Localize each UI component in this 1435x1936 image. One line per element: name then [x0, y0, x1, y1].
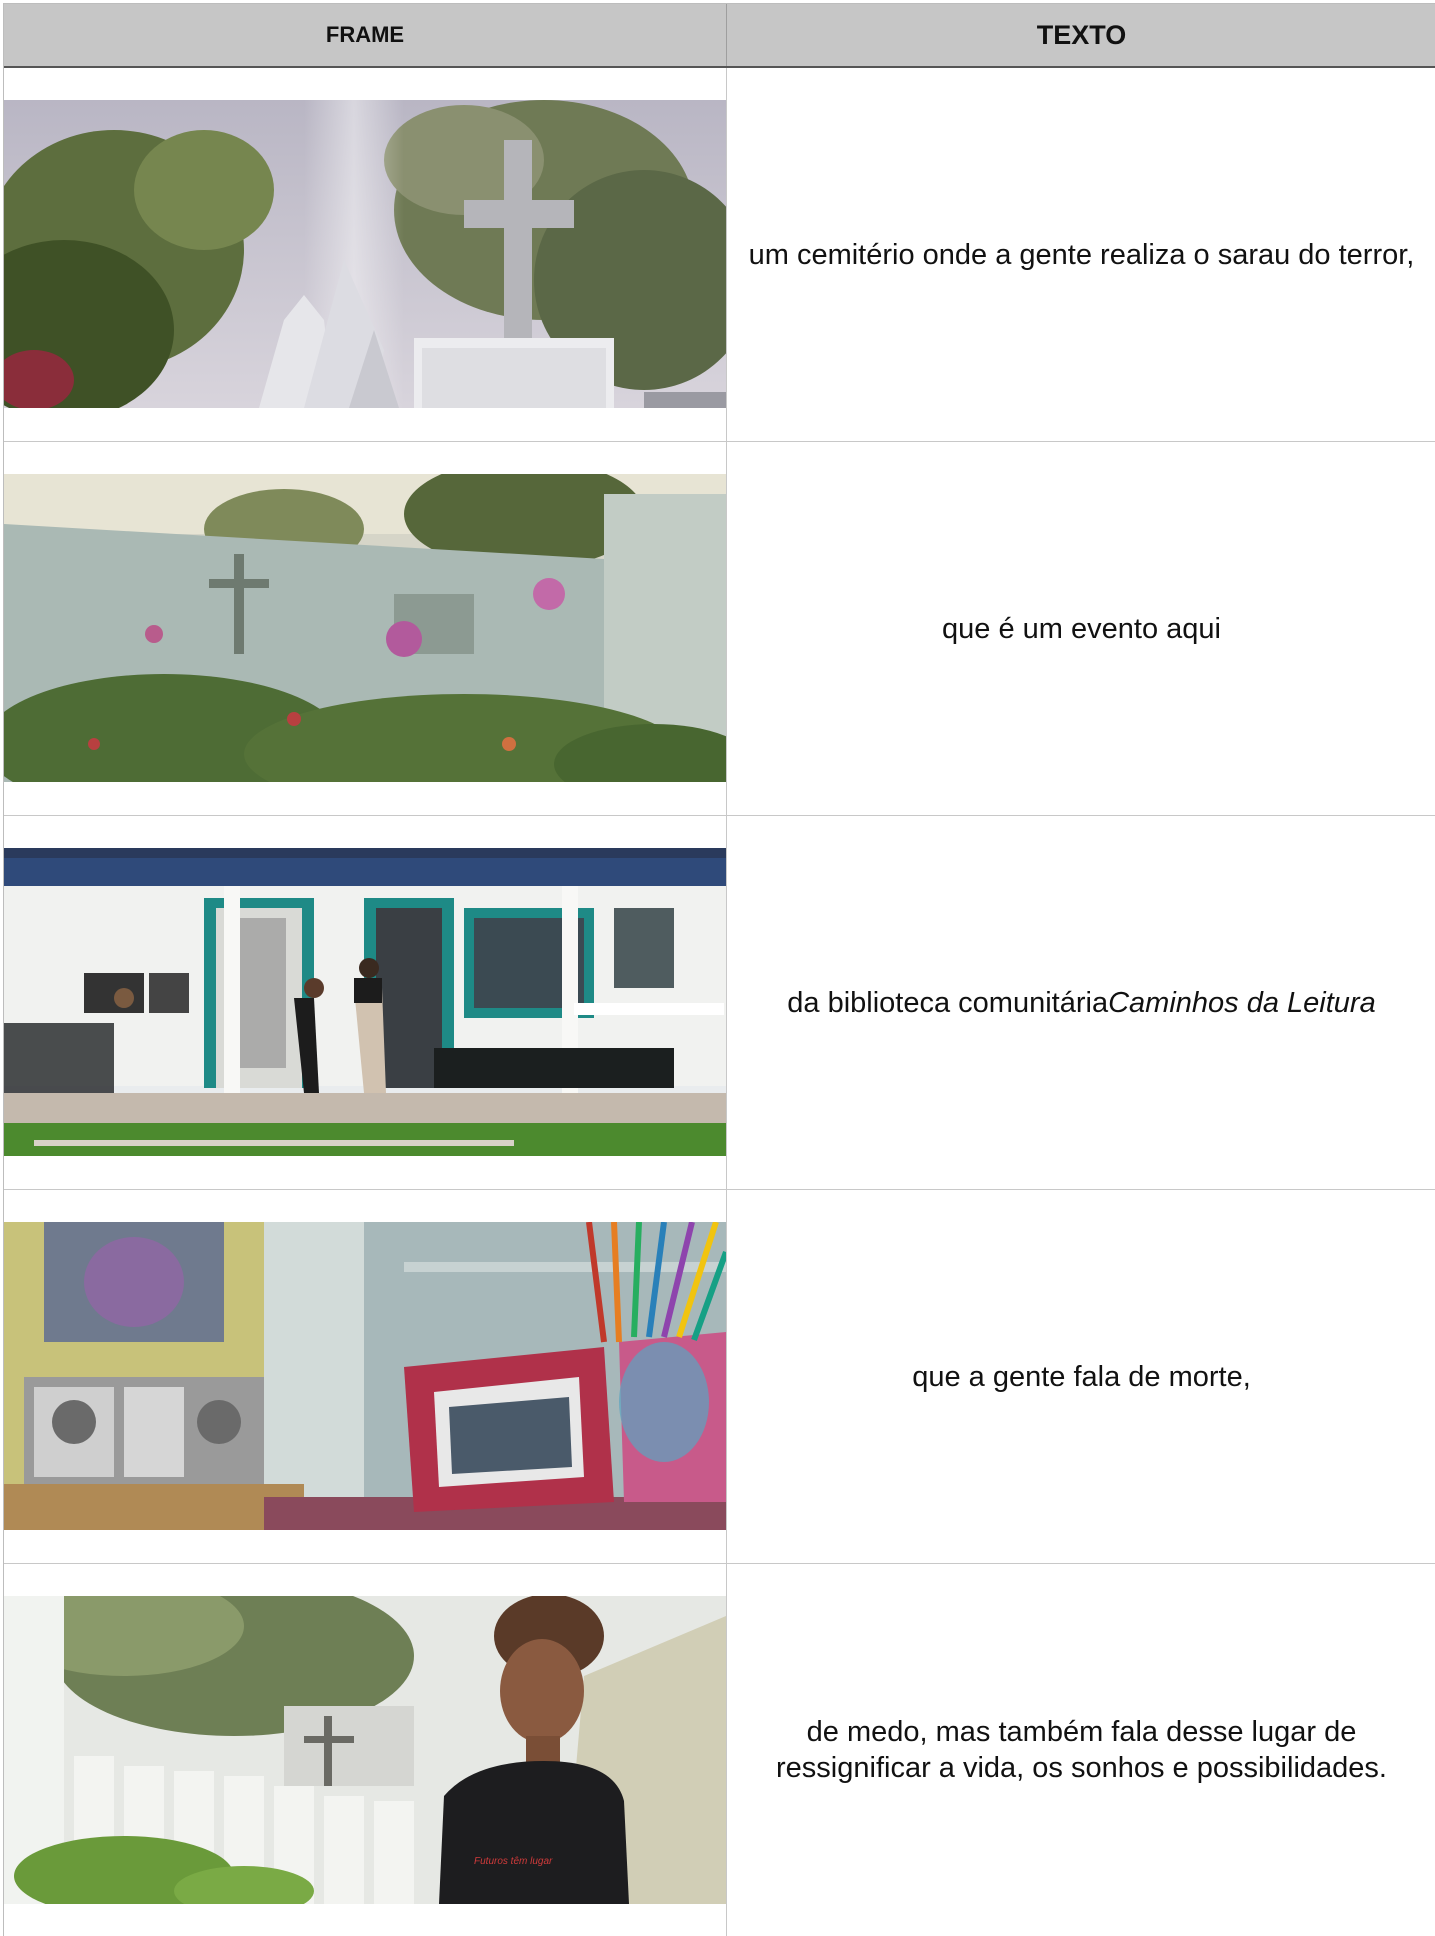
text-cell-prefix: da biblioteca comunitária [787, 986, 1109, 1019]
frame-column-header: FRAME [4, 4, 727, 66]
frame-image-cemetery-wall-flowers [4, 474, 726, 782]
table-header: FRAME TEXTO [4, 3, 1435, 68]
frame-cell [4, 442, 727, 815]
table-row: que é um evento aqui [4, 442, 1435, 816]
table-row: um cemitério onde a gente realiza o sara… [4, 68, 1435, 442]
frame-image-shelf-pencils-frame [4, 1222, 726, 1530]
table-row: que a gente fala de morte, [4, 1190, 1435, 1564]
frame-cell [4, 68, 727, 441]
frame-cell [4, 1190, 727, 1563]
text-cell: da biblioteca comunitária ​Caminhos da L… [727, 816, 1435, 1189]
text-cell: de medo, mas também fala desse lugar de … [776, 1716, 1387, 1784]
storyboard-table: FRAME TEXTO um cemitério onde a gente re… [3, 3, 1435, 1936]
text-cell: um cemitério onde a gente realiza o sara… [748, 238, 1415, 271]
text-cell: que a gente fala de morte, [912, 1360, 1251, 1393]
shirt-text: Futuros têm lugar [474, 1856, 553, 1867]
frame-image-young-man-cemetery: Futuros têm lugar [4, 1596, 726, 1904]
frame-image-cemetery-cross [4, 100, 726, 408]
table-row: da biblioteca comunitária ​Caminhos da L… [4, 816, 1435, 1190]
text-cell: que é um evento aqui [942, 612, 1221, 645]
frame-cell [4, 816, 727, 1189]
text-column-header: TEXTO [1036, 19, 1127, 50]
frame-cell: Futuros têm lugar [4, 1564, 727, 1936]
frame-image-community-library [4, 848, 726, 1156]
library-name: Caminhos da Leitura [1108, 986, 1376, 1019]
table-row: Futuros têm lugar de medo, mas também fa… [4, 1564, 1435, 1936]
